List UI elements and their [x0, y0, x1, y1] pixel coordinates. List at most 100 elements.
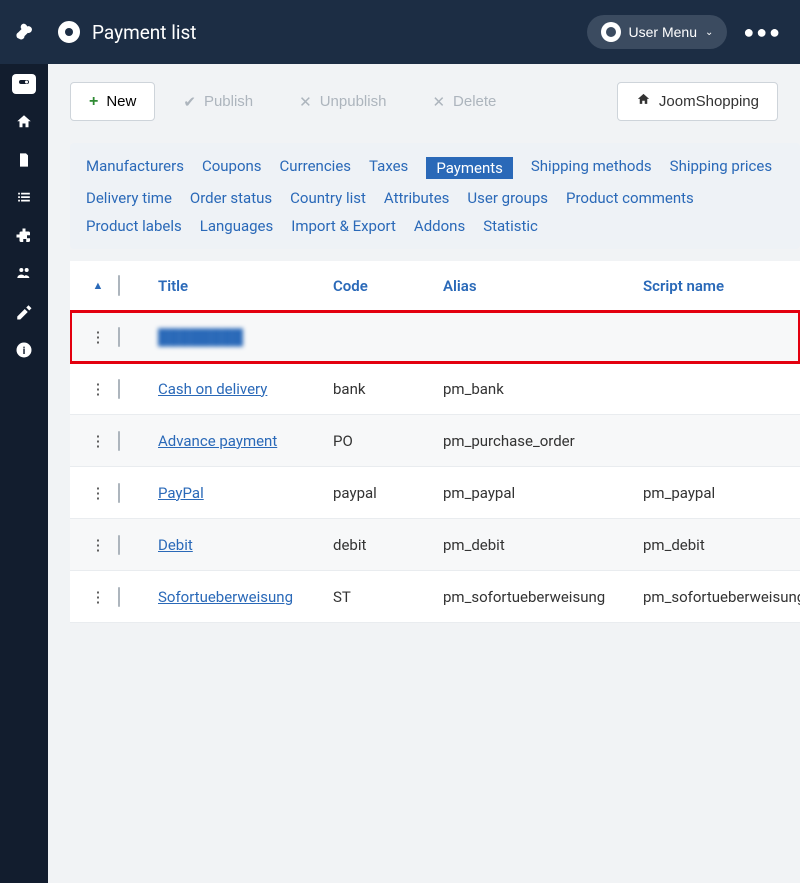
row-alias: pm_purchase_order: [443, 432, 643, 450]
topbar: Payment list User Menu ⌄ ●●●: [0, 0, 800, 64]
filter-tab-shipping-methods[interactable]: Shipping methods: [531, 157, 652, 179]
row-alias: pm_debit: [443, 536, 643, 554]
drag-handle-icon[interactable]: ⋮: [78, 536, 118, 554]
sidebar-content-icon[interactable]: [14, 150, 34, 170]
filter-tab-delivery-time[interactable]: Delivery time: [86, 189, 172, 207]
row-script: pm_paypal: [643, 484, 800, 502]
filter-tab-import-export[interactable]: Import & Export: [291, 217, 396, 235]
joomla-icon: [14, 22, 34, 42]
row-code: PO: [333, 432, 443, 450]
x-icon: ✕: [432, 93, 445, 111]
payments-table: ▲ Title Code Alias Script name ⋮ ████████…: [70, 261, 800, 623]
col-script[interactable]: Script name: [643, 277, 800, 295]
row-title-link[interactable]: Sofortueberweisung: [158, 588, 293, 606]
app-logo[interactable]: [0, 0, 48, 64]
home-icon: [636, 92, 651, 111]
row-checkbox[interactable]: [118, 535, 120, 555]
unpublish-button[interactable]: ✕ Unpublish: [281, 82, 404, 121]
filter-tabs: Manufacturers Coupons Currencies Taxes Payme…: [70, 143, 800, 249]
sidebar-users-icon[interactable]: [14, 264, 34, 284]
col-alias[interactable]: Alias: [443, 277, 643, 295]
filter-tab-shipping-prices[interactable]: Shipping prices: [670, 157, 772, 179]
filter-tab-coupons[interactable]: Coupons: [202, 157, 262, 179]
filter-tab-product-labels[interactable]: Product labels: [86, 217, 182, 235]
filter-tab-attributes[interactable]: Attributes: [384, 189, 450, 207]
delete-button-label: Delete: [453, 93, 496, 110]
sidebar-components-icon[interactable]: [14, 226, 34, 246]
sidebar-toggle-icon[interactable]: [12, 74, 36, 94]
joomshopping-button-label: JoomShopping: [659, 93, 759, 110]
filter-tab-taxes[interactable]: Taxes: [369, 157, 408, 179]
sidebar-help-icon[interactable]: i: [14, 340, 34, 360]
check-icon: ✔: [183, 93, 196, 111]
sidebar-system-icon[interactable]: [14, 302, 34, 322]
row-title-link[interactable]: Debit: [158, 536, 193, 554]
publish-button[interactable]: ✔ Publish: [165, 82, 271, 121]
row-code: bank: [333, 380, 443, 398]
page-title: Payment list: [92, 21, 587, 44]
col-title[interactable]: Title: [158, 277, 333, 295]
row-checkbox[interactable]: [118, 431, 120, 451]
row-checkbox[interactable]: [118, 483, 120, 503]
row-alias: pm_sofortueberweisung: [443, 588, 643, 606]
row-code: debit: [333, 536, 443, 554]
row-code: ST: [333, 588, 443, 606]
filter-tab-manufacturers[interactable]: Manufacturers: [86, 157, 184, 179]
filter-tab-country-list[interactable]: Country list: [290, 189, 366, 207]
table-row: ⋮SofortueberweisungSTpm_sofortueberweisu…: [70, 571, 800, 623]
row-title-link[interactable]: PayPal: [158, 484, 204, 502]
filter-tab-statistic[interactable]: Statistic: [483, 217, 538, 235]
row-title-link[interactable]: Cash on delivery: [158, 380, 267, 398]
new-button[interactable]: + New: [70, 82, 155, 121]
user-menu-label: User Menu: [629, 24, 697, 40]
row-alias: pm_bank: [443, 380, 643, 398]
sort-indicator-icon[interactable]: ▲: [78, 279, 118, 292]
svg-text:i: i: [23, 344, 26, 357]
filter-tab-addons[interactable]: Addons: [414, 217, 465, 235]
unpublish-button-label: Unpublish: [320, 93, 387, 110]
table-row: ⋮PayPalpaypalpm_paypalpm_paypal: [70, 467, 800, 519]
row-script: pm_debit: [643, 536, 800, 554]
table-row: ⋮ Advance payment POpm_purchase_order: [70, 415, 800, 467]
row-title-link[interactable]: Advance payment: [158, 432, 277, 450]
filter-tab-payments[interactable]: Payments: [426, 157, 513, 179]
col-code[interactable]: Code: [333, 277, 443, 295]
sidebar-menus-icon[interactable]: [14, 188, 34, 208]
table-header: ▲ Title Code Alias Script name: [70, 261, 800, 311]
toolbar: + New ✔ Publish ✕ Unpublish ✕ Delete JoomSho…: [70, 82, 800, 121]
row-title-link[interactable]: ████████: [158, 328, 243, 346]
filter-tab-user-groups[interactable]: User groups: [467, 189, 548, 207]
drag-handle-icon[interactable]: ⋮: [78, 484, 118, 502]
user-icon: [601, 22, 621, 42]
row-checkbox[interactable]: [118, 327, 120, 347]
page-title-icon: [58, 21, 80, 43]
drag-handle-icon[interactable]: ⋮: [78, 380, 118, 398]
more-button[interactable]: ●●●: [743, 22, 782, 43]
table-row: ⋮ ████████: [70, 311, 800, 363]
delete-button[interactable]: ✕ Delete: [414, 82, 514, 121]
sidebar-home-icon[interactable]: [14, 112, 34, 132]
drag-handle-icon[interactable]: ⋮: [78, 588, 118, 606]
row-checkbox[interactable]: [118, 379, 120, 399]
joomshopping-button[interactable]: JoomShopping: [617, 82, 778, 121]
main-content: + New ✔ Publish ✕ Unpublish ✕ Delete JoomSho…: [48, 64, 800, 883]
row-code: paypal: [333, 484, 443, 502]
plus-icon: +: [89, 93, 98, 111]
publish-button-label: Publish: [204, 93, 253, 110]
drag-handle-icon[interactable]: ⋮: [78, 432, 118, 450]
select-all-checkbox[interactable]: [118, 275, 120, 296]
new-button-label: New: [106, 93, 136, 110]
row-checkbox[interactable]: [118, 587, 120, 607]
row-alias: pm_paypal: [443, 484, 643, 502]
table-row: ⋮Debitdebitpm_debitpm_debit: [70, 519, 800, 571]
filter-tab-currencies[interactable]: Currencies: [280, 157, 352, 179]
filter-tab-languages[interactable]: Languages: [200, 217, 274, 235]
chevron-down-icon: ⌄: [705, 27, 713, 38]
drag-handle-icon[interactable]: ⋮: [78, 328, 118, 346]
row-script: pm_sofortueberweisung: [643, 588, 800, 606]
table-row: ⋮ Cash on delivery bankpm_bank: [70, 363, 800, 415]
filter-tab-order-status[interactable]: Order status: [190, 189, 272, 207]
x-icon: ✕: [299, 93, 312, 111]
filter-tab-product-comments[interactable]: Product comments: [566, 189, 694, 207]
user-menu-button[interactable]: User Menu ⌄: [587, 15, 728, 49]
